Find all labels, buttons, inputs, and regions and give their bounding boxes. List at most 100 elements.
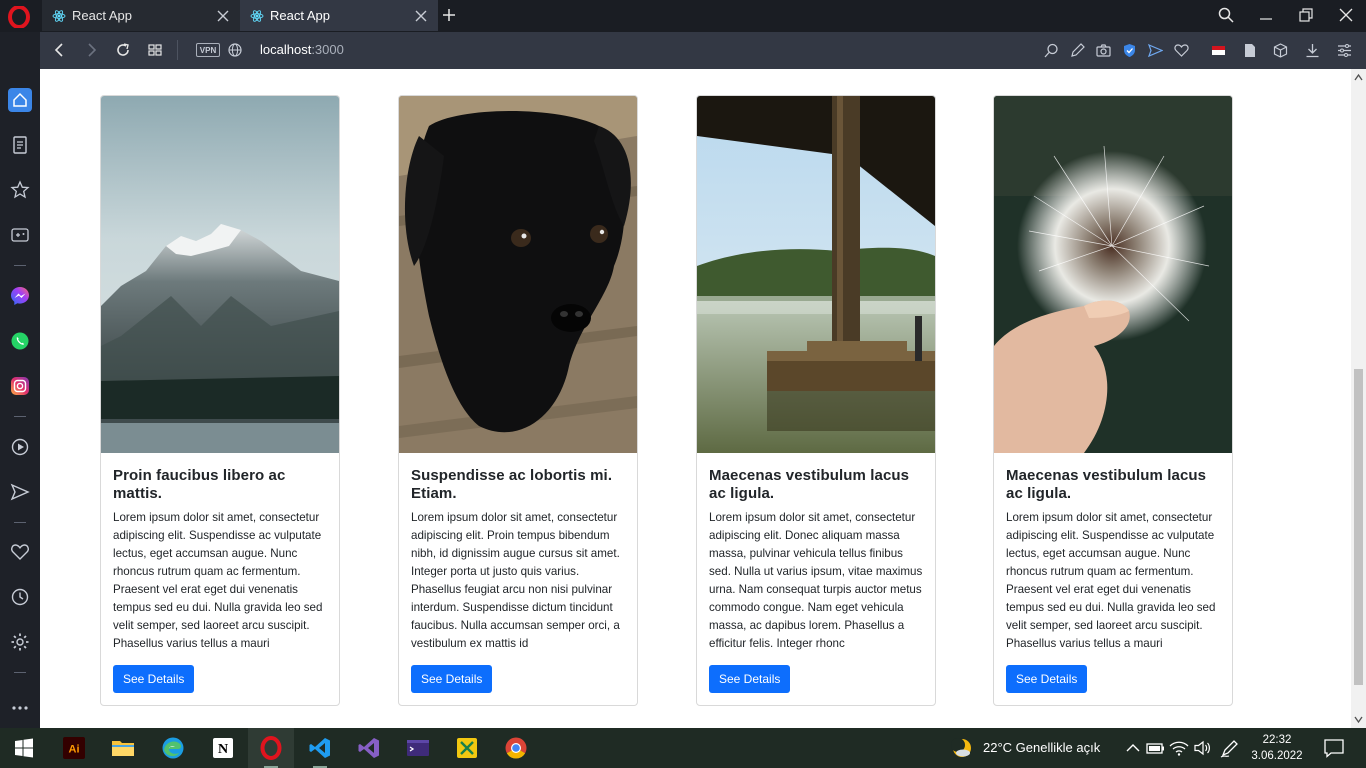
- sidebar-divider: [14, 416, 26, 417]
- whatsapp-icon[interactable]: [10, 331, 30, 351]
- card-2: Suspendisse ac lobortis mi. Etiam. Lorem…: [398, 95, 638, 706]
- easy-setup-menu-icon[interactable]: [1337, 43, 1352, 58]
- card-text: Lorem ipsum dolor sit amet, consectetur …: [113, 511, 323, 650]
- card-image-dock: [697, 96, 935, 453]
- opera-logo-icon[interactable]: [8, 6, 30, 28]
- card-title: Suspendisse ac lobortis mi. Etiam.: [411, 467, 613, 502]
- wifi-icon[interactable]: [1167, 736, 1191, 760]
- scroll-up-arrow-icon[interactable]: [1354, 73, 1363, 82]
- address-bar-row: VPN localhost:3000: [40, 32, 1366, 69]
- adobe-illustrator-icon[interactable]: Ai: [62, 736, 86, 760]
- card-image-puppy: [399, 96, 637, 453]
- snipping-tool-icon[interactable]: [455, 736, 479, 760]
- page-viewport: Proin faucibus libero ac mattis. Lorem i…: [40, 69, 1351, 728]
- notifications-icon[interactable]: [1322, 736, 1346, 760]
- messenger-icon[interactable]: [10, 286, 30, 306]
- document-icon[interactable]: [1242, 43, 1257, 58]
- svg-text:N: N: [218, 742, 228, 757]
- globe-icon[interactable]: [227, 42, 243, 58]
- battery-plug-icon[interactable]: [1143, 736, 1167, 760]
- toolbar-divider: [177, 40, 178, 60]
- url-host: localhost: [260, 42, 312, 57]
- card-1: Proin faucibus libero ac mattis. Lorem i…: [100, 95, 340, 706]
- card-body: Maecenas vestibulum lacus ac ligula. Lor…: [994, 453, 1232, 705]
- back-arrow-icon[interactable]: [52, 42, 68, 58]
- tab-title: React App: [270, 8, 330, 23]
- see-details-button[interactable]: See Details: [113, 665, 195, 693]
- weather-text[interactable]: 22°C Genellikle açık: [983, 740, 1100, 755]
- volume-speaker-icon[interactable]: [1191, 736, 1215, 760]
- sidebar-divider: [14, 522, 26, 523]
- show-hidden-icons-chevron-icon[interactable]: [1121, 736, 1145, 760]
- tab-react-app-2[interactable]: React App: [240, 0, 438, 31]
- forward-arrow-icon[interactable]: [83, 42, 99, 58]
- shield-adblock-icon[interactable]: [1122, 43, 1137, 58]
- scroll-down-arrow-icon[interactable]: [1354, 715, 1363, 724]
- card-title: Maecenas vestibulum lacus ac ligula.: [709, 467, 910, 502]
- vpn-badge[interactable]: VPN: [196, 43, 220, 57]
- taskbar-clock[interactable]: 22:32 3.06.2022: [1247, 732, 1307, 764]
- react-favicon-icon: [250, 9, 264, 22]
- download-icon[interactable]: [1305, 43, 1320, 58]
- restore-icon[interactable]: [1298, 7, 1314, 23]
- close-window-icon[interactable]: [1338, 7, 1354, 23]
- send-flow-sidebar-icon[interactable]: [10, 482, 30, 502]
- flag-extension-icon[interactable]: [1211, 43, 1226, 58]
- card-text: Lorem ipsum dolor sit amet, consectetur …: [709, 511, 923, 650]
- clock-date: 3.06.2022: [1251, 750, 1303, 762]
- edit-pen-icon[interactable]: [1070, 43, 1085, 58]
- search-tabs-icon[interactable]: [1218, 7, 1234, 23]
- card-4: Maecenas vestibulum lacus ac ligula. Lor…: [993, 95, 1233, 706]
- tab-react-app-1[interactable]: React App: [42, 0, 240, 31]
- terminal-icon[interactable]: [406, 736, 430, 760]
- snapshot-camera-icon[interactable]: [1096, 43, 1111, 58]
- heart-bookmark-icon[interactable]: [1174, 43, 1189, 58]
- close-tab-icon[interactable]: [216, 9, 230, 23]
- opera-sidebar: [0, 32, 40, 728]
- news-icon[interactable]: [10, 135, 30, 155]
- visual-studio-icon[interactable]: [357, 736, 381, 760]
- zoom-search-icon[interactable]: [1044, 43, 1059, 58]
- sidebar-divider: [14, 265, 26, 266]
- close-tab-icon[interactable]: [414, 9, 428, 23]
- chrome-icon[interactable]: [504, 736, 528, 760]
- see-details-button[interactable]: See Details: [411, 665, 493, 693]
- card-title: Proin faucibus libero ac mattis.: [113, 467, 286, 502]
- star-bookmarks-icon[interactable]: [10, 180, 30, 200]
- windows-start-icon[interactable]: [12, 736, 36, 760]
- opera-taskbar-icon[interactable]: [259, 736, 283, 760]
- edge-browser-icon[interactable]: [161, 736, 185, 760]
- new-tab-plus-icon[interactable]: [441, 7, 457, 23]
- card-image-mountain: [101, 96, 339, 453]
- weather-moon-icon: [951, 738, 971, 757]
- tabs-grid-icon[interactable]: [147, 42, 163, 58]
- see-details-button[interactable]: See Details: [709, 665, 791, 693]
- url-port: :3000: [311, 42, 344, 57]
- card-image-dandelion: [994, 96, 1232, 453]
- extensions-cube-icon[interactable]: [1273, 43, 1288, 58]
- instagram-icon[interactable]: [10, 376, 30, 396]
- card-title: Maecenas vestibulum lacus ac ligula.: [1006, 467, 1207, 502]
- minimize-icon[interactable]: [1258, 7, 1274, 23]
- svg-text:Ai: Ai: [69, 744, 80, 756]
- notion-icon[interactable]: N: [211, 736, 235, 760]
- address-url[interactable]: localhost:3000: [260, 42, 344, 57]
- file-explorer-icon[interactable]: [111, 736, 135, 760]
- page-scrollbar[interactable]: [1351, 69, 1366, 728]
- settings-gear-icon[interactable]: [10, 632, 30, 652]
- home-icon[interactable]: [10, 90, 30, 110]
- card-body: Suspendisse ac lobortis mi. Etiam. Lorem…: [399, 453, 637, 705]
- clock-time: 22:32: [1262, 734, 1292, 746]
- heart-pinboard-icon[interactable]: [10, 542, 30, 562]
- history-clock-icon[interactable]: [10, 587, 30, 607]
- scrollbar-thumb[interactable]: [1354, 369, 1363, 685]
- reload-icon[interactable]: [115, 42, 131, 58]
- player-icon[interactable]: [10, 437, 30, 457]
- vscode-icon[interactable]: [308, 736, 332, 760]
- tab-strip: React App React App: [0, 0, 1366, 32]
- gaming-controller-icon[interactable]: [10, 225, 30, 245]
- send-flow-icon[interactable]: [1148, 43, 1163, 58]
- see-details-button[interactable]: See Details: [1006, 665, 1088, 693]
- more-dots-icon[interactable]: [10, 698, 30, 718]
- pen-ink-workspace-icon[interactable]: [1218, 736, 1242, 760]
